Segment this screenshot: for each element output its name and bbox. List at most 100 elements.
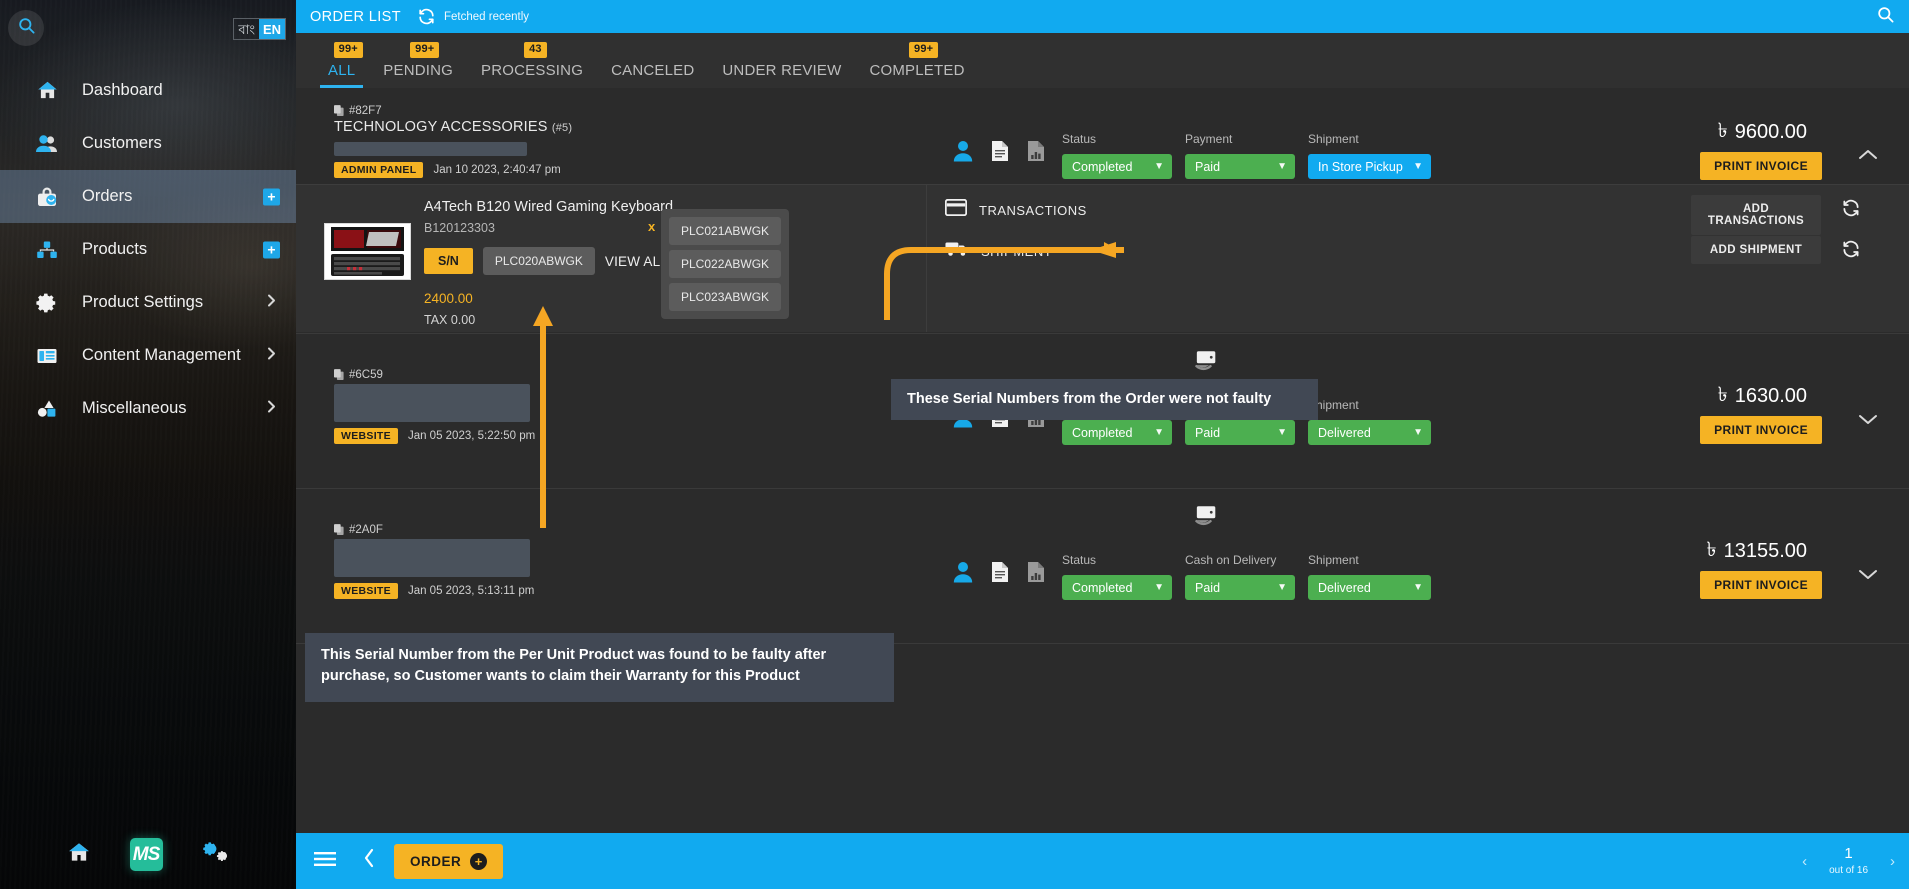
order-card: #2A0F WEBSITE Jan 05 2023, 5:13:11 pm St… (296, 489, 1909, 644)
transactions-label: TRANSACTIONS (979, 202, 1087, 218)
shipment-dropdown[interactable]: Delivered ▼ (1308, 420, 1431, 445)
hamburger-icon[interactable] (314, 851, 336, 872)
language-toggle[interactable]: বাং EN (233, 18, 286, 40)
users-icon (34, 131, 60, 157)
copy-icon (334, 524, 344, 535)
home-icon[interactable] (66, 839, 92, 870)
payment-dropdown[interactable]: Paid ▼ (1185, 154, 1295, 179)
brand-logo[interactable]: MS (129, 838, 163, 871)
sidebar-item-orders[interactable]: Orders + (0, 170, 296, 223)
search-icon (17, 16, 36, 40)
order-shipment-field: Shipment Delivered ▼ (1308, 398, 1431, 445)
status-dropdown[interactable]: Completed ▼ (1062, 154, 1172, 179)
collapse-order-icon[interactable] (1857, 148, 1879, 167)
sidebar-item-product-settings[interactable]: Product Settings (0, 276, 296, 329)
sidebar-search-button[interactable] (8, 10, 44, 46)
order-meta: WEBSITE Jan 05 2023, 5:22:50 pm (334, 428, 535, 444)
customer-icon[interactable] (953, 140, 973, 167)
add-shipment-button[interactable]: ADD SHIPMENT (1691, 236, 1821, 264)
add-transactions-button[interactable]: ADD TRANSACTIONS (1691, 195, 1821, 235)
order-meta: WEBSITE Jan 05 2023, 5:13:11 pm (334, 583, 534, 599)
sidebar-item-products[interactable]: Products + (0, 223, 296, 276)
sidebar-item-label: Orders (82, 187, 133, 205)
product-sku: B120123303 (424, 221, 495, 235)
serial-number-row: S/N PLC020ABWGK VIEW ALL (3) (424, 247, 689, 275)
report-icon[interactable] (1027, 561, 1045, 588)
order-customer-placeholder (334, 539, 530, 577)
sidebar-item-content-management[interactable]: Content Management (0, 329, 296, 382)
expand-order-icon[interactable] (1857, 412, 1879, 431)
language-option-en[interactable]: EN (258, 19, 285, 39)
sidebar-item-customers[interactable]: Customers (0, 117, 296, 170)
shipment-label: SHIPMENT (981, 243, 1053, 259)
chevron-right-icon[interactable] (266, 292, 278, 313)
shipment-dropdown[interactable]: Delivered ▼ (1308, 575, 1431, 600)
field-label: Shipment (1308, 132, 1359, 146)
chevron-right-icon[interactable] (266, 398, 278, 419)
status-value: Completed (1072, 425, 1133, 440)
tab-label: COMPLETED (869, 62, 965, 79)
shipment-dropdown[interactable]: In Store Pickup ▼ (1308, 154, 1431, 179)
add-order-button[interactable]: ORDER + (394, 843, 504, 879)
order-date: Jan 10 2023, 2:40:47 pm (433, 164, 561, 176)
payment-dropdown[interactable]: Paid ▼ (1185, 420, 1295, 445)
customer-icon[interactable] (953, 561, 973, 588)
status-dropdown[interactable]: Completed ▼ (1062, 420, 1172, 445)
tab-label: UNDER REVIEW (722, 62, 842, 79)
payment-dropdown[interactable]: Paid ▼ (1185, 575, 1295, 600)
pagination: ‹ 1 out of 16 › (1802, 845, 1895, 876)
search-icon[interactable] (1876, 5, 1895, 29)
pagination-next[interactable]: › (1890, 853, 1895, 870)
serial-number-chip[interactable]: PLC020ABWGK (482, 247, 595, 275)
app-root: বাং EN Dashboard Customers Orders + Prod… (0, 0, 1909, 889)
tab-badge: 99+ (909, 42, 939, 58)
refresh-shipment-icon[interactable] (1841, 239, 1861, 264)
page-number[interactable]: 1 (1844, 845, 1852, 863)
report-icon[interactable] (1027, 140, 1045, 167)
add-order-icon[interactable]: + (263, 188, 280, 205)
gears-icon[interactable] (201, 840, 231, 869)
serial-number-chip[interactable]: PLC022ABWGK (669, 250, 781, 278)
serial-number-chip[interactable]: PLC023ABWGK (669, 283, 781, 311)
serial-number-chip[interactable]: PLC021ABWGK (669, 217, 781, 245)
tab-completed[interactable]: 99+ COMPLETED (855, 42, 978, 88)
copy-icon (334, 369, 344, 380)
order-amount: ৳ 9600.00 (1718, 116, 1807, 149)
print-invoice-button[interactable]: PRINT INVOICE (1700, 152, 1822, 180)
tab-processing[interactable]: 43 PROCESSING (467, 42, 597, 88)
currency-symbol: ৳ (1717, 120, 1728, 142)
tab-badge: 43 (524, 42, 547, 58)
back-button[interactable] (362, 847, 376, 875)
invoice-icon[interactable] (991, 561, 1009, 588)
expand-order-icon[interactable] (1857, 567, 1879, 586)
copy-icon (334, 105, 344, 116)
order-date: Jan 05 2023, 5:22:50 pm (407, 430, 536, 442)
field-label: Status (1062, 553, 1097, 567)
print-invoice-button[interactable]: PRINT INVOICE (1700, 416, 1822, 444)
tab-under-review[interactable]: UNDER REVIEW (708, 62, 855, 88)
print-invoice-button[interactable]: PRINT INVOICE (1700, 571, 1822, 599)
wallet-icon (1195, 504, 1219, 533)
sidebar-item-label: Content Management (82, 346, 241, 364)
currency-symbol: ৳ (1717, 384, 1728, 406)
language-option-bn[interactable]: বাং (234, 19, 259, 39)
sidebar-item-miscellaneous[interactable]: Miscellaneous (0, 382, 296, 435)
sidebar-item-dashboard[interactable]: Dashboard (0, 64, 296, 117)
refresh-transactions-icon[interactable] (1841, 198, 1861, 223)
order-source-tag: WEBSITE (334, 428, 398, 444)
invoice-icon[interactable] (991, 140, 1009, 167)
chevron-right-icon[interactable] (266, 345, 278, 366)
pagination-prev[interactable]: ‹ (1802, 853, 1807, 870)
status-dropdown[interactable]: Completed ▼ (1062, 575, 1172, 600)
tab-label: ALL (328, 62, 356, 79)
tab-all[interactable]: 99+ ALL (314, 42, 369, 88)
add-product-icon[interactable]: + (263, 241, 280, 258)
order-title-count: (#5) (551, 122, 573, 134)
refresh-icon[interactable] (417, 7, 436, 26)
shipment-value: In Store Pickup (1318, 159, 1403, 174)
annotation-serial-not-faulty: These Serial Numbers from the Order were… (891, 379, 1318, 420)
serial-number-badge: S/N (424, 248, 473, 274)
product-tax: TAX 0.00 (424, 313, 476, 327)
tab-pending[interactable]: 99+ PENDING (369, 42, 467, 88)
tab-canceled[interactable]: CANCELED (597, 62, 708, 88)
